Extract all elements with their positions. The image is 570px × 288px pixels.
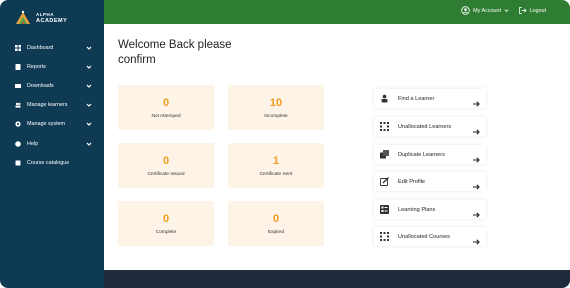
sidebar-item-downloads[interactable]: Downloads <box>0 76 104 95</box>
duplicate-icon <box>380 150 389 159</box>
gear-icon <box>14 121 21 128</box>
brand-name: ALPHA ACADEMY <box>36 12 67 25</box>
sidebar-nav: Dashboard Reports Downloads Manage learn… <box>0 38 104 172</box>
stat-label: Certificate Sent <box>259 172 293 177</box>
unallocated-courses-button[interactable]: Unallocated Courses <box>374 227 486 246</box>
stat-label: Complete <box>155 230 177 235</box>
book-icon <box>14 159 21 166</box>
stat-value: 0 <box>162 155 170 167</box>
action-label: Learning Plans <box>398 206 436 213</box>
stat-card-certificate-sent[interactable]: 1 Certificate Sent <box>228 143 324 188</box>
sidebar-item-label: Help <box>27 140 39 147</box>
sidebar-item-reports[interactable]: Reports <box>0 57 104 76</box>
arrow-right-icon <box>472 123 480 135</box>
my-account-label: My Account <box>473 7 501 14</box>
stat-card-not-attempted[interactable]: 0 Not Attemped <box>118 85 214 130</box>
sidebar-item-label: Downloads <box>27 82 54 89</box>
download-icon <box>14 82 21 89</box>
edit-icon <box>380 177 389 186</box>
footer-bar <box>104 270 570 288</box>
sidebar-item-label: Manage learners <box>27 102 68 109</box>
person-icon <box>380 94 389 103</box>
stat-card-incomplete[interactable]: 10 Incomplete <box>228 85 324 130</box>
sidebar-item-label: Manage system <box>27 121 66 128</box>
logout-icon <box>518 7 527 14</box>
page-title: Welcome Back please confirm <box>118 39 232 66</box>
my-account-menu[interactable]: My Account <box>461 6 509 15</box>
arrow-right-icon <box>472 206 480 218</box>
sidebar-item-label: Course catalogue <box>27 159 70 166</box>
sidebar-item-manage-system[interactable]: Manage system <box>0 115 104 134</box>
chevron-down-icon <box>86 141 92 147</box>
stat-card-certificate-issued[interactable]: 0 Certificate Issued <box>118 143 214 188</box>
dots-grid-icon <box>380 122 389 131</box>
arrow-right-icon <box>472 151 480 163</box>
sidebar-item-help[interactable]: Help <box>0 134 104 153</box>
plan-icon <box>380 205 389 214</box>
chevron-down-icon <box>86 102 92 108</box>
grid-icon <box>14 44 21 51</box>
stat-label: Expired <box>267 230 285 235</box>
sidebar-item-course-catalogue[interactable]: Course catalogue <box>0 153 104 172</box>
action-label: Unallocated Learners <box>398 123 452 130</box>
logout-label: Logout <box>529 7 547 14</box>
stat-label: Certificate Issued <box>147 172 185 177</box>
stat-card-expired[interactable]: 0 Expired <box>228 201 324 246</box>
sidebar: ALPHA ACADEMY Dashboard Reports Download… <box>0 0 104 288</box>
action-label: Unallocated Courses <box>398 233 450 240</box>
stat-label: Incomplete <box>264 114 288 119</box>
sidebar-item-label: Dashboard <box>27 44 54 51</box>
chevron-down-icon <box>86 45 92 51</box>
stat-value: 0 <box>162 97 170 109</box>
unallocated-learners-button[interactable]: Unallocated Learners <box>374 117 486 136</box>
edit-profile-button[interactable]: Edit Profile <box>374 172 486 191</box>
arrow-right-icon <box>472 95 480 107</box>
chevron-down-icon <box>86 83 92 89</box>
app-frame: ALPHA ACADEMY Dashboard Reports Download… <box>0 0 570 288</box>
find-learner-button[interactable]: Find a Learner <box>374 89 486 108</box>
chevron-down-icon <box>504 9 509 12</box>
chevron-down-icon <box>86 121 92 127</box>
stat-label: Not Attemped <box>151 114 181 119</box>
main-content: Welcome Back please confirm 0 Not Attemp… <box>104 24 570 270</box>
stat-value: 0 <box>272 213 280 225</box>
help-icon <box>14 140 21 147</box>
brand-logo[interactable]: ALPHA ACADEMY <box>14 9 67 27</box>
chevron-down-icon <box>86 64 92 70</box>
logout-button[interactable]: Logout <box>518 6 547 15</box>
arrow-right-icon <box>472 178 480 190</box>
action-label: Duplicate Learners <box>398 151 445 158</box>
sidebar-item-manage-learners[interactable]: Manage learners <box>0 96 104 115</box>
stat-value: 1 <box>272 155 280 167</box>
report-icon <box>14 63 21 70</box>
account-circle-icon <box>461 6 470 15</box>
learning-plans-button[interactable]: Learning Plans <box>374 200 486 219</box>
dots-grid-icon <box>380 232 389 241</box>
action-label: Find a Learner <box>398 95 435 102</box>
sidebar-item-label: Reports <box>27 63 46 70</box>
arrow-right-icon <box>472 233 480 245</box>
brand-line2: ACADEMY <box>36 18 68 24</box>
academy-logo-icon <box>14 9 32 27</box>
action-label: Edit Profile <box>398 178 426 185</box>
top-bar: My Account Logout <box>104 0 570 24</box>
sidebar-item-dashboard[interactable]: Dashboard <box>0 38 104 57</box>
stat-value: 10 <box>269 97 283 109</box>
stat-card-complete[interactable]: 0 Complete <box>118 201 214 246</box>
stat-value: 0 <box>162 213 170 225</box>
duplicate-learners-button[interactable]: Duplicate Learners <box>374 145 486 164</box>
users-icon <box>14 102 21 109</box>
